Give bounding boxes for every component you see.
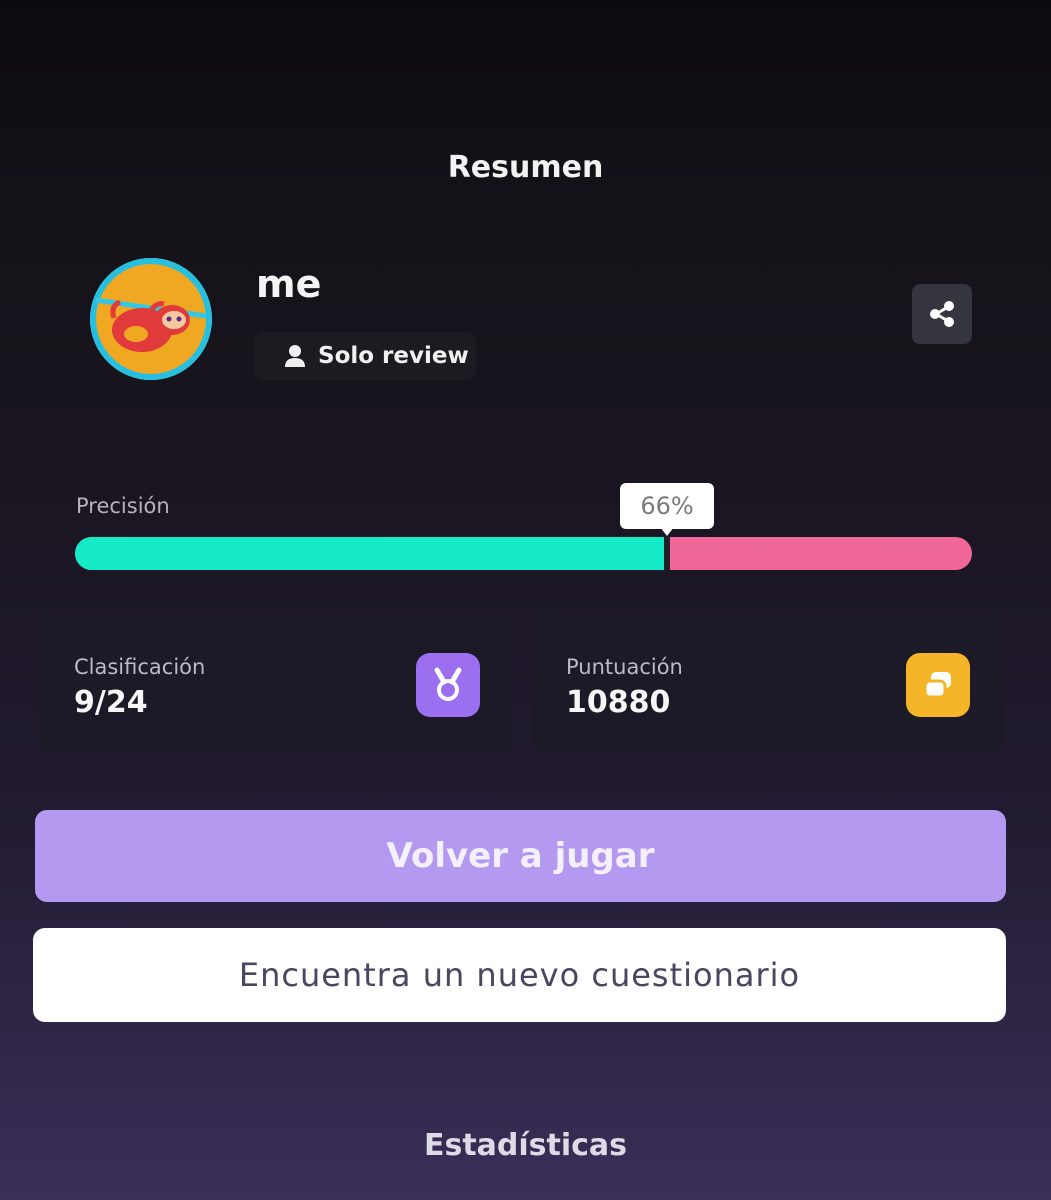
page-title: Resumen (447, 150, 604, 185)
mode-badge: Solo review (254, 332, 476, 380)
rank-label: Clasificación (74, 655, 206, 679)
score-label: Puntuación (566, 655, 683, 679)
accuracy-tooltip: 66% (620, 483, 715, 529)
rank-value: 9/24 (74, 685, 148, 720)
accuracy-bar-divider (664, 537, 671, 570)
player-name: me (256, 262, 322, 306)
sloth-avatar-icon (90, 258, 212, 380)
avatar (90, 258, 212, 380)
rank-card: Clasificación 9/24 (38, 613, 513, 753)
accuracy-bar (75, 537, 972, 570)
score-value: 10880 (566, 685, 671, 720)
play-again-button[interactable]: Volver a jugar (35, 810, 1006, 902)
score-card: Puntuación 10880 (532, 613, 1004, 753)
accuracy-label: Precisión (76, 494, 170, 518)
accuracy-bar-correct (75, 537, 668, 570)
medal-icon (416, 653, 480, 717)
user-icon (285, 345, 305, 367)
accuracy-tooltip-arrow (660, 527, 675, 536)
find-new-quiz-button[interactable]: Encuentra un nuevo cuestionario (33, 928, 1006, 1022)
share-icon (930, 301, 954, 327)
stats-section-title: Estadísticas (423, 1128, 628, 1163)
mode-label: Solo review (318, 343, 469, 369)
share-button[interactable] (912, 284, 972, 344)
score-icon (906, 653, 970, 717)
